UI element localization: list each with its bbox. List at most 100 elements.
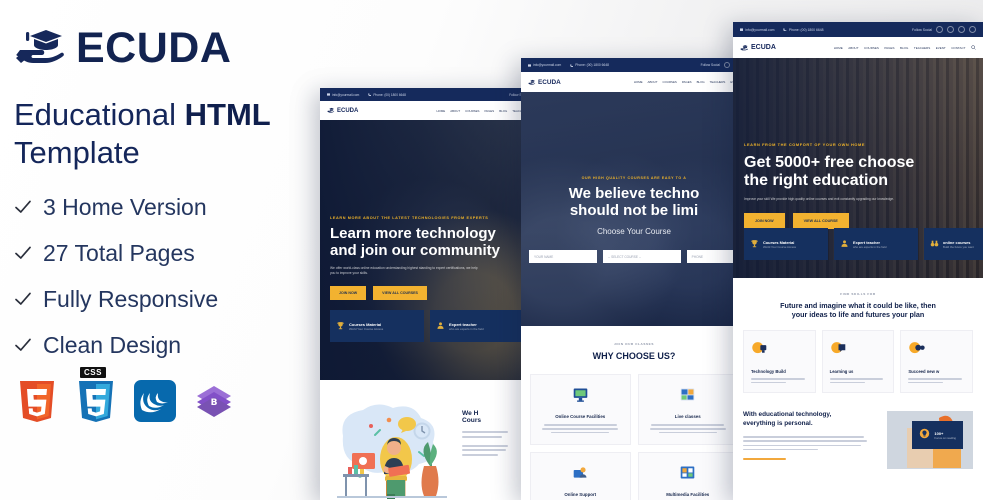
why-card[interactable]: Online Course Facilities <box>530 374 631 446</box>
navbar[interactable]: ECUDA HOME ABOUT COURSES PAGES BLOG TEAC… <box>521 72 747 92</box>
feature-label: 3 Home Version <box>43 193 207 220</box>
promo-panel: ECUDA Educational HTML Template 3 Home V… <box>0 0 330 500</box>
graduation-cap-in-hand-icon <box>14 26 70 70</box>
course-enquiry-form[interactable]: YOUR NAME -- SELECT COURSE -- PHONE <box>529 250 739 263</box>
nav-menu[interactable]: HOME ABOUT COURSES PAGES BLOG TEACHERS E… <box>634 80 740 84</box>
hero-primary-button[interactable]: JOIN NOW <box>330 285 367 300</box>
nav-logo-text: ECUDA <box>751 44 776 51</box>
mockup-home-version-3[interactable]: info@yourmail.com Phone: (00) 1800 6648 … <box>733 22 983 500</box>
nav-item-teachers[interactable]: TEACHERS <box>710 80 726 84</box>
check-icon <box>14 290 32 308</box>
nav-logo[interactable]: ECUDA <box>528 79 561 86</box>
linkedin-icon[interactable] <box>958 26 965 33</box>
nav-item-pages[interactable]: PAGES <box>682 80 692 84</box>
nav-logo[interactable]: ECUDA <box>740 44 776 52</box>
topbar-phone[interactable]: Phone: (00) 1800 6648 <box>570 63 609 67</box>
nav-logo[interactable]: ECUDA <box>327 107 358 114</box>
nav-item-about[interactable]: ABOUT <box>648 80 658 84</box>
topbar-email[interactable]: info@yourmail.com <box>528 63 561 67</box>
hero-feature-cards: Courses Material World Your Course Acces… <box>330 310 524 342</box>
hero-primary-button[interactable]: JOIN NOW <box>744 213 785 230</box>
imagine-cards-grid: Technology Build Learning us Succeed new… <box>743 330 973 394</box>
why-card[interactable]: Online Support <box>530 452 631 500</box>
nav-item-blog[interactable]: BLOG <box>900 46 908 50</box>
teacher-icon <box>436 317 445 335</box>
text-line <box>462 449 506 451</box>
feature-card[interactable]: Courses Material World Your Course Acces… <box>744 228 828 260</box>
topbar: info@yourmail.com Phone: (00) 1800 6648 … <box>320 88 535 101</box>
why-card-title: Online Course Facilities <box>555 414 606 420</box>
nav-item-event[interactable]: EVENT <box>936 46 946 50</box>
nav-item-about[interactable]: ABOUT <box>450 109 460 113</box>
topbar: info@yourmail.com Phone: (00) 1800 6648 … <box>521 58 747 72</box>
nav-item-pages[interactable]: PAGES <box>484 109 494 113</box>
feature-card[interactable]: Expert teacher who are experts in the fi… <box>834 228 918 260</box>
nav-item-courses[interactable]: COURSES <box>663 80 677 84</box>
nav-item-courses[interactable]: COURSES <box>864 46 879 50</box>
topbar-phone[interactable]: Phone: (00) 1800 6648 <box>368 93 406 97</box>
feature-card[interactable]: Expert teacher who are experts in the fi… <box>430 310 524 342</box>
nav-item-courses[interactable]: COURSES <box>465 109 479 113</box>
nav-item-pages[interactable]: PAGES <box>884 46 894 50</box>
text-line <box>743 458 786 461</box>
html5-badge-icon <box>14 378 60 424</box>
feature-card[interactable]: online courses Build the future you want <box>924 228 983 260</box>
imagine-card[interactable]: Succeed new w <box>900 330 973 394</box>
nav-item-contact[interactable]: CONTACT <box>951 46 965 50</box>
feature-label: Fully Responsive <box>43 285 219 312</box>
nav-item-home[interactable]: HOME <box>634 80 643 84</box>
why-card[interactable]: Live classes <box>637 374 738 446</box>
twitter-icon[interactable] <box>947 26 954 33</box>
topbar: info@yourmail.com Phone: (00) 1800 6648 … <box>733 22 983 37</box>
section-heading-line2: your ideas to life and futures your plan <box>791 310 925 319</box>
hero-secondary-button[interactable]: VIEW ALL COURSES <box>373 285 427 300</box>
nav-item-home[interactable]: HOME <box>834 46 843 50</box>
nav-menu[interactable]: HOME ABOUT COURSES PAGES BLOG TEACHERS E… <box>834 44 976 51</box>
mockup-home-version-1[interactable]: info@yourmail.com Phone: (00) 1800 6648 … <box>320 88 535 500</box>
hero-secondary-button[interactable]: VIEW ALL COURSE <box>792 213 849 230</box>
topbar-email[interactable]: info@yourmail.com <box>327 93 359 97</box>
phone-input[interactable]: PHONE <box>686 250 739 263</box>
hero-heading-line2: should not be limi <box>569 201 699 219</box>
imagine-card-title: Succeed new w <box>908 369 940 374</box>
facebook-icon[interactable] <box>724 62 730 68</box>
stat-badge[interactable]: 100+ Focus on reading <box>912 421 963 450</box>
why-card-title: Multimedia Facilities <box>666 492 710 498</box>
hero-heading-line2: the right education <box>744 171 888 189</box>
search-icon[interactable] <box>971 44 976 51</box>
why-card[interactable]: Multimedia Facilities <box>637 452 738 500</box>
topbar-phone[interactable]: Phone: (00) 1800 6648 <box>783 28 824 32</box>
feature-card-title: online courses <box>943 239 971 245</box>
nav-item-blog[interactable]: BLOG <box>499 109 507 113</box>
name-input[interactable]: YOUR NAME <box>529 250 598 263</box>
navbar[interactable]: ECUDA HOME ABOUT COURSES PAGES BLOG TEAC… <box>320 101 535 120</box>
nav-menu[interactable]: HOME ABOUT COURSES PAGES BLOG TEACHERS <box>437 109 529 113</box>
course-select[interactable]: -- SELECT COURSE -- <box>603 250 681 263</box>
text-line <box>751 381 787 384</box>
nav-item-about[interactable]: ABOUT <box>848 46 858 50</box>
navbar[interactable]: ECUDA HOME ABOUT COURSES PAGES BLOG TEAC… <box>733 37 983 58</box>
nav-item-teachers[interactable]: TEACHERS <box>914 46 930 50</box>
nav-item-home[interactable]: HOME <box>437 109 446 113</box>
imagine-card[interactable]: Technology Build <box>743 330 816 394</box>
why-card-title: Live classes <box>674 414 701 420</box>
personal-section: With educational technology, everything … <box>733 393 983 470</box>
instagram-icon[interactable] <box>969 26 976 33</box>
check-icon <box>14 244 32 262</box>
list-item: 3 Home Version <box>14 194 330 221</box>
topbar-email[interactable]: info@yourmail.com <box>740 28 774 32</box>
nav-item-blog[interactable]: BLOG <box>697 80 705 84</box>
stat-badge-subtitle: Focus on reading <box>934 435 956 440</box>
why-card-title: Online Support <box>564 492 597 498</box>
feature-card-title: Courses Material <box>349 321 382 327</box>
section-heading: WHY CHOOSE US? <box>592 351 676 361</box>
text-line <box>908 378 963 380</box>
facebook-icon[interactable] <box>936 26 943 33</box>
feature-card[interactable]: Courses Material World Your Course Acces… <box>330 310 424 342</box>
mockup-home-version-2[interactable]: info@yourmail.com Phone: (00) 1800 6648 … <box>521 58 747 500</box>
why-cards-grid: Online Course Facilities Live classes On… <box>530 374 738 500</box>
check-icon <box>14 336 32 354</box>
trophy-icon <box>336 317 345 335</box>
imagine-card[interactable]: Learning us <box>821 330 895 394</box>
title-line2: Template <box>14 134 140 170</box>
